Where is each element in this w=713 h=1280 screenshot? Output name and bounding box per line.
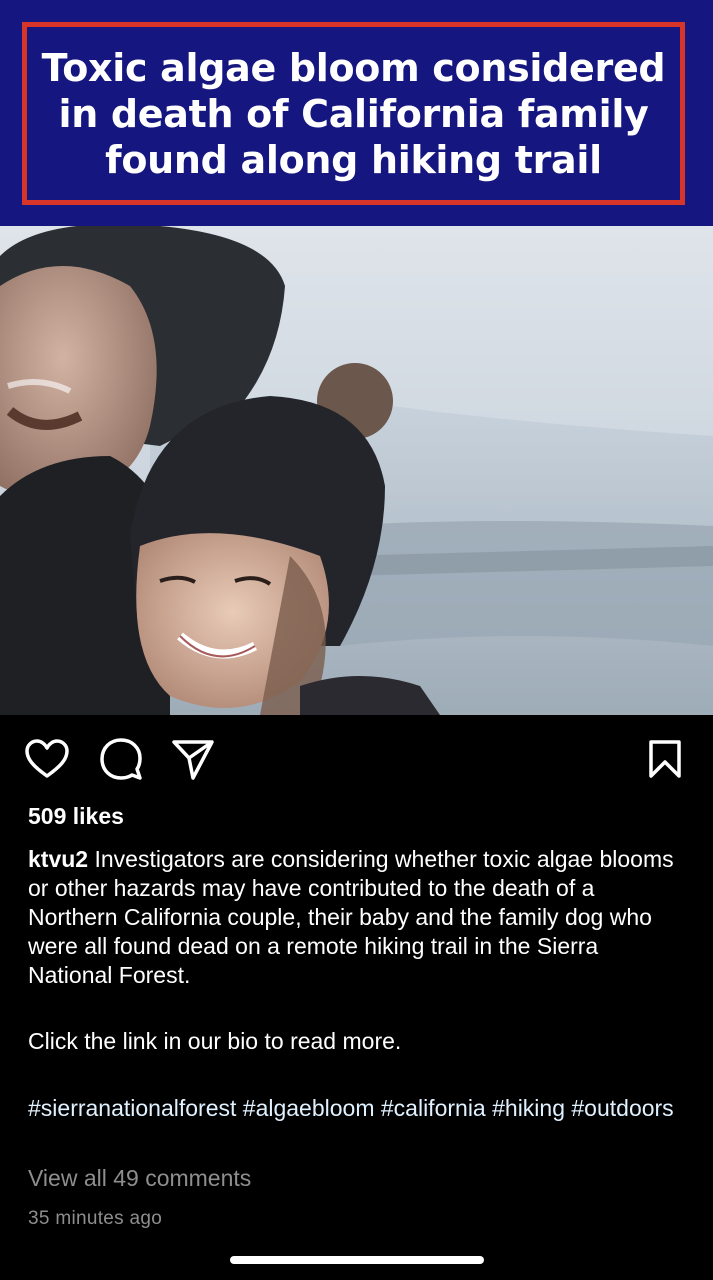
caption-username[interactable]: ktvu2	[28, 846, 88, 872]
headline-border-box: Toxic algae bloom considered in death of…	[22, 22, 685, 205]
send-icon[interactable]	[170, 735, 216, 783]
headline-text: Toxic algae bloom considered in death of…	[41, 45, 666, 182]
likes-count[interactable]: 509 likes	[28, 803, 124, 830]
couple-selfie-photo	[0, 226, 713, 715]
bookmark-icon[interactable]	[642, 735, 688, 783]
comment-icon[interactable]	[98, 735, 144, 783]
view-comments-link[interactable]: View all 49 comments	[28, 1165, 251, 1192]
post-timestamp: 35 minutes ago	[28, 1208, 163, 1229]
caption-link-note: Click the link in our bio to read more.	[28, 1028, 402, 1054]
action-bar	[0, 735, 713, 787]
home-indicator[interactable]	[230, 1256, 484, 1264]
post-caption: ktvu2 Investigators are considering whet…	[28, 845, 688, 990]
headline-banner: Toxic algae bloom considered in death of…	[0, 0, 713, 226]
caption-text: Investigators are considering whether to…	[28, 846, 674, 988]
heart-icon[interactable]	[24, 735, 70, 783]
hashtags[interactable]: #sierranationalforest #algaebloom #calif…	[28, 1094, 688, 1123]
post-image[interactable]: Toxic algae bloom considered in death of…	[0, 0, 713, 715]
